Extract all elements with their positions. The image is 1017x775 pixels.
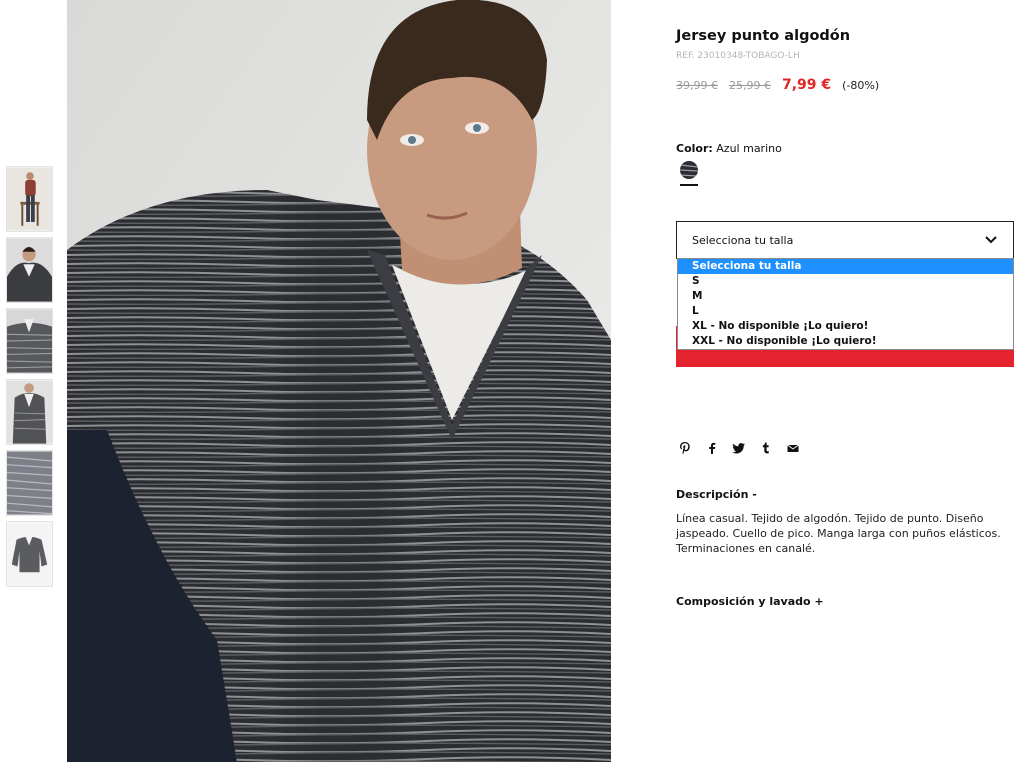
thumbnail-3[interactable] bbox=[6, 308, 53, 374]
current-price: 7,99 € bbox=[782, 77, 832, 93]
swatch-selected-indicator bbox=[680, 184, 698, 186]
previous-price: 25,99 € bbox=[729, 79, 771, 92]
description-text: Línea casual. Tejido de algodón. Tejido … bbox=[676, 512, 1001, 555]
thumbnail-strip bbox=[6, 166, 53, 592]
facebook-icon[interactable] bbox=[705, 441, 719, 455]
size-option-xxl[interactable]: XXL - No disponible ¡Lo quiero! bbox=[678, 334, 1013, 349]
color-swatch-navy[interactable] bbox=[680, 161, 698, 179]
color-value: Azul marino bbox=[716, 142, 782, 155]
thumbnail-1[interactable] bbox=[6, 166, 53, 232]
price-row: 39,99 € 25,99 € 7,99 € (-80%) bbox=[676, 77, 879, 93]
size-dropdown-list: Selecciona tu talla S M L XL - No dispon… bbox=[677, 258, 1014, 350]
tumblr-icon[interactable] bbox=[759, 441, 773, 455]
chevron-down-icon bbox=[985, 236, 997, 244]
color-label: Color: bbox=[676, 142, 713, 155]
thumbnail-5[interactable] bbox=[6, 450, 53, 516]
description-heading[interactable]: Descripción - bbox=[676, 488, 757, 501]
product-title: Jersey punto algodón bbox=[676, 28, 851, 44]
email-icon[interactable] bbox=[786, 441, 800, 455]
original-price: 39,99 € bbox=[676, 79, 718, 92]
discount-badge: (-80%) bbox=[842, 79, 880, 92]
twitter-icon[interactable] bbox=[732, 441, 746, 455]
thumbnail-4[interactable] bbox=[6, 379, 53, 445]
size-option-m[interactable]: M bbox=[678, 289, 1013, 304]
share-icons bbox=[678, 441, 800, 455]
pinterest-icon[interactable] bbox=[678, 441, 692, 455]
thumbnail-2[interactable] bbox=[6, 237, 53, 303]
composition-heading[interactable]: Composición y lavado + bbox=[676, 595, 824, 608]
size-option-xl[interactable]: XL - No disponible ¡Lo quiero! bbox=[678, 319, 1013, 334]
product-main-image bbox=[67, 0, 611, 762]
size-option-l[interactable]: L bbox=[678, 304, 1013, 319]
thumbnail-6[interactable] bbox=[6, 521, 53, 587]
size-option-s[interactable]: S bbox=[678, 274, 1013, 289]
product-reference: REF. 23010348-TOBAGO-LH bbox=[676, 51, 800, 61]
color-label-row: Color: Azul marino bbox=[676, 142, 782, 155]
size-option[interactable]: Selecciona tu talla bbox=[678, 259, 1013, 274]
size-select-label: Selecciona tu talla bbox=[692, 234, 794, 247]
size-select[interactable]: Selecciona tu talla bbox=[676, 221, 1014, 259]
